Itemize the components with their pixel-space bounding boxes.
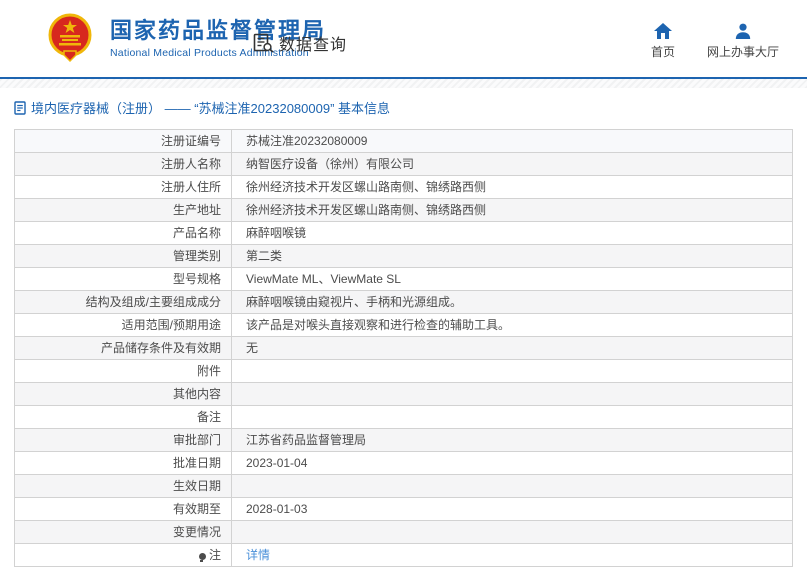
table-row: 注册证编号 苏械注准20232080009	[14, 129, 793, 153]
row-label: 生效日期	[14, 474, 232, 498]
row-label: 变更情况	[14, 520, 232, 544]
table-row: 其他内容	[14, 382, 793, 406]
details-link[interactable]: 详情	[246, 548, 270, 562]
row-value: 麻醉咽喉镜	[231, 221, 793, 245]
table-row: 产品名称 麻醉咽喉镜	[14, 221, 793, 245]
table-row: 批准日期 2023-01-04	[14, 451, 793, 475]
china-national-emblem-icon	[48, 13, 92, 63]
header: 国家药品监督管理局 National Medical Products Admi…	[0, 0, 807, 77]
row-label: 管理类别	[14, 244, 232, 268]
row-label: 附件	[14, 359, 232, 383]
row-label: 型号规格	[14, 267, 232, 291]
row-label: 备注	[14, 405, 232, 429]
table-row: 管理类别 第二类	[14, 244, 793, 268]
row-value	[231, 359, 793, 383]
row-label: 适用范围/预期用途	[14, 313, 232, 337]
nav-home-label: 首页	[650, 45, 675, 59]
row-value: 2028-01-03	[231, 497, 793, 521]
table-row: 生产地址 徐州经济技术开发区螺山路南侧、锦绣路西侧	[14, 198, 793, 222]
row-value: 徐州经济技术开发区螺山路南侧、锦绣路西侧	[231, 175, 793, 199]
document-icon	[14, 100, 26, 115]
row-label: 其他内容	[14, 382, 232, 406]
nav-online-hall[interactable]: 网上办事大厅	[707, 23, 779, 60]
row-label: 批准日期	[14, 451, 232, 475]
hatch-strip	[0, 79, 807, 88]
row-value: 该产品是对喉头直接观察和进行检查的辅助工具。	[231, 313, 793, 337]
table-row: 变更情况	[14, 520, 793, 544]
row-label: 注	[14, 543, 232, 567]
page-title-text: 境内医疗器械（注册） —— “苏械注准20232080009” 基本信息	[31, 101, 391, 116]
table-row: 结构及组成/主要组成成分 麻醉咽喉镜由窥视片、手柄和光源组成。	[14, 290, 793, 314]
row-label: 注册证编号	[14, 129, 232, 153]
table-row: 注详情	[14, 543, 793, 567]
nav-online-hall-label: 网上办事大厅	[706, 45, 779, 59]
table-row: 产品储存条件及有效期无	[14, 336, 793, 360]
data-query-label: 数据查询	[279, 37, 348, 54]
row-label: 有效期至	[14, 497, 232, 521]
table-row: 型号规格 ViewMate ML、ViewMate SL	[14, 267, 793, 291]
header-nav: 首页 网上办事大厅	[651, 23, 779, 60]
user-icon	[735, 23, 751, 39]
row-value: 麻醉咽喉镜由窥视片、手柄和光源组成。	[231, 290, 793, 314]
data-query-section[interactable]: 数据查询	[253, 31, 347, 55]
row-value: 纳智医疗设备（徐州）有限公司	[231, 152, 793, 176]
row-label: 注册人名称	[14, 152, 232, 176]
row-value: 徐州经济技术开发区螺山路南侧、锦绣路西侧	[231, 198, 793, 222]
info-table-body: 注册证编号 苏械注准20232080009 注册人名称 纳智医疗设备（徐州）有限公司注…	[14, 129, 793, 567]
table-row: 生效日期	[14, 474, 793, 498]
row-value: 第二类	[231, 244, 793, 268]
table-row: 备注	[14, 405, 793, 429]
row-value: 苏械注准20232080009	[231, 129, 793, 153]
row-label: 产品名称	[14, 221, 232, 245]
row-value: 无	[231, 336, 793, 360]
row-value: 江苏省药品监督管理局	[231, 428, 793, 452]
info-table: 注册证编号 苏械注准20232080009 注册人名称 纳智医疗设备（徐州）有限公司注…	[14, 129, 793, 567]
row-value: ViewMate ML、ViewMate SL	[231, 267, 793, 291]
table-row: 附件	[14, 359, 793, 383]
row-label: 产品储存条件及有效期	[14, 336, 232, 360]
row-label: 注册人住所	[14, 175, 232, 199]
bulb-icon	[198, 553, 206, 562]
row-value	[231, 520, 793, 544]
row-label: 结构及组成/主要组成成分	[14, 290, 232, 314]
row-value	[231, 382, 793, 406]
row-value: 2023-01-04	[231, 451, 793, 475]
app: 国家药品监督管理局 National Medical Products Admi…	[0, 0, 807, 567]
row-value: 详情	[231, 543, 793, 567]
table-row: 注册人名称 纳智医疗设备（徐州）有限公司	[14, 152, 793, 176]
main-content: 境内医疗器械（注册） —— “苏械注准20232080009” 基本信息 注册证…	[0, 99, 807, 567]
home-icon	[653, 23, 672, 39]
row-label: 生产地址	[14, 198, 232, 222]
row-label: 审批部门	[14, 428, 232, 452]
row-value	[231, 474, 793, 498]
nav-home[interactable]: 首页	[651, 23, 675, 60]
table-row: 注册人住所 徐州经济技术开发区螺山路南侧、锦绣路西侧	[14, 175, 793, 199]
page-title: 境内医疗器械（注册） —— “苏械注准20232080009” 基本信息	[14, 99, 807, 116]
doc-search-icon	[253, 33, 274, 53]
table-row: 有效期至 2028-01-03	[14, 497, 793, 521]
table-row: 适用范围/预期用途 该产品是对喉头直接观察和进行检查的辅助工具。	[14, 313, 793, 337]
table-row: 审批部门 江苏省药品监督管理局	[14, 428, 793, 452]
row-value	[231, 405, 793, 429]
